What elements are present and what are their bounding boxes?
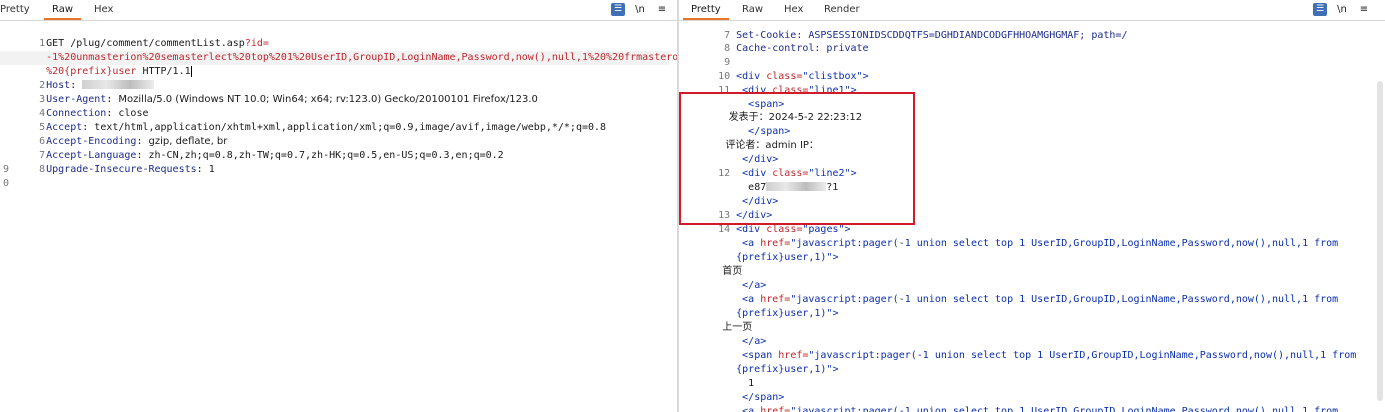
wrap-lines-icon[interactable]: ☰ <box>611 3 625 16</box>
line-number: 8 <box>39 163 46 175</box>
wrap-lines-icon[interactable]: ☰ <box>1313 3 1327 16</box>
pager-link-first: <a href="javascript:pager(-1 union selec… <box>679 223 1338 249</box>
href-value: "javascript:pager(-1 union select top 1 … <box>808 349 1357 361</box>
span-close-line: </span> <box>679 377 784 403</box>
pager-span-current: <span href="javascript:pager(-1 union se… <box>679 335 1356 361</box>
response-line-11: 11 <div class="line1"> <box>679 70 857 96</box>
highlight-annotation-box <box>679 92 915 225</box>
header-host: 2Host: <box>0 65 155 91</box>
tab-render[interactable]: Render <box>824 4 860 15</box>
page-number-line: 1 <box>679 363 754 389</box>
tab-hex[interactable]: Hex <box>94 4 113 15</box>
pager-link-prev-cont: {prefix}user,1)"> <box>679 293 838 319</box>
newline-toggle-icon[interactable]: \n <box>633 3 647 16</box>
href-value: "javascript:pager(-1 union select top 1 … <box>790 405 1339 412</box>
request-editor[interactable]: 1GET /plug/comment/commentList.asp?id= -… <box>0 21 677 412</box>
attr: href= <box>754 405 791 412</box>
tab-pretty[interactable]: Pretty <box>683 4 729 20</box>
line-number: 9 <box>2 164 9 175</box>
response-line-10: 10 <div class="clistbox"> <box>679 56 869 82</box>
request-tab-bar: Pretty Raw Hex ☰ \n ≡ <box>0 0 677 21</box>
request-line-cont: -1%20unmasterion%20semasterlect%20top%20… <box>0 37 677 63</box>
line-number: 0 <box>2 178 9 189</box>
response-line-8: 8 Cache-control: private <box>679 28 868 54</box>
cache-control-header: Cache-control: private <box>736 42 869 54</box>
response-scrollbar[interactable] <box>1377 81 1383 401</box>
href-value: "javascript:pager(-1 union select top 1 … <box>790 293 1339 305</box>
tab-raw[interactable]: Raw <box>742 4 763 15</box>
response-line-9: 9 <box>679 42 736 68</box>
href-value-end: {prefix}user,1)"> <box>736 251 839 263</box>
header-accept-encoding: 6Accept-Encoding: gzip, deflate, br <box>0 121 227 147</box>
tag: <a <box>742 405 755 412</box>
first-page-text-line: 首页 <box>679 251 742 277</box>
tab-raw[interactable]: Raw <box>43 4 82 20</box>
menu-icon[interactable]: ≡ <box>655 3 669 16</box>
href-value: "javascript:pager(-1 union select top 1 … <box>790 237 1339 249</box>
header-accept: 5Accept: text/html,application/xhtml+xml… <box>0 107 606 133</box>
pager-span-current-cont: {prefix}user,1)"> <box>679 349 838 375</box>
response-line-7: 7 Set-Cookie: ASPSESSIONIDSCDDQTFS=DGHDIA… <box>679 15 1127 41</box>
response-pane: Pretty Raw Hex Render ☰ \n ≡ 7 Set-Cookie… <box>679 0 1385 412</box>
tab-pretty[interactable]: Pretty <box>0 4 30 15</box>
header-accept-language: 7Accept-Language: zh-CN,zh;q=0.8,zh-TW;q… <box>0 135 504 161</box>
a-close-line: </a> <box>679 265 766 291</box>
pager-link-next: <a href="javascript:pager(-1 union selec… <box>679 391 1338 412</box>
request-line-cont: %20{prefix}user HTTP/1.1 <box>0 51 192 77</box>
request-line: 1GET /plug/comment/commentList.asp?id= <box>0 23 269 49</box>
empty-line: 9 <box>0 163 10 177</box>
tag-close: > <box>862 70 869 82</box>
header-value: Mozilla/5.0 (Windows NT 10.0; Win64; x64… <box>118 93 538 105</box>
header-value: 1 <box>208 163 215 175</box>
prev-page-text-line: 上一页 <box>679 307 752 333</box>
empty-line: 0 <box>0 177 10 191</box>
pager-link-prev: <a href="javascript:pager(-1 union selec… <box>679 279 1338 305</box>
request-pane: Pretty Raw Hex ☰ \n ≡ 1GET /plug/comment… <box>0 0 677 412</box>
tab-hex[interactable]: Hex <box>784 4 803 15</box>
header-name: Upgrade-Insecure-Requests <box>46 163 197 175</box>
header-connection: 4Connection: close <box>0 93 148 119</box>
header-user-agent: 3User-Agent: Mozilla/5.0 (Windows NT 10.… <box>0 79 538 105</box>
header-upgrade-insecure: 8Upgrade-Insecure-Requests: 1 <box>0 149 215 175</box>
a-close-line: </a> <box>679 321 766 347</box>
newline-toggle-icon[interactable]: \n <box>1335 3 1349 16</box>
pager-link-first-cont: {prefix}user,1)"> <box>679 237 838 263</box>
menu-icon[interactable]: ≡ <box>1357 3 1371 16</box>
